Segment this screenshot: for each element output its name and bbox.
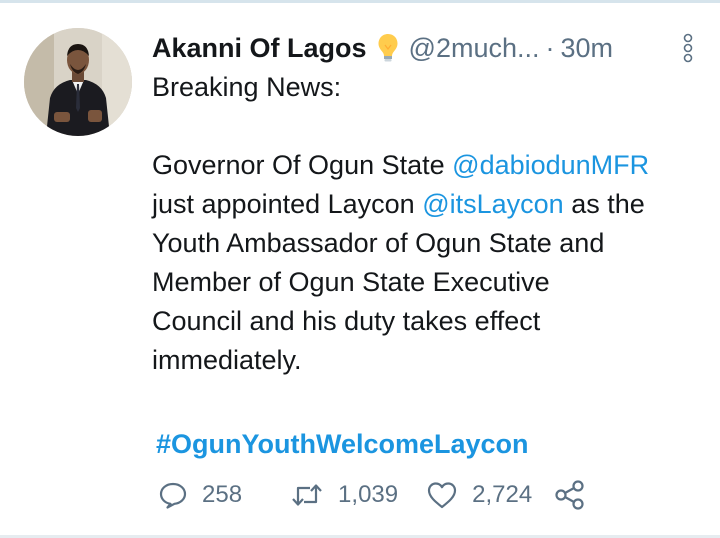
body-text-segment: as the bbox=[563, 189, 645, 219]
reply-icon bbox=[159, 482, 187, 509]
body-text-segment: just appointed Laycon bbox=[152, 189, 423, 219]
tweet-body: Breaking News: Governor Of Ogun State @d… bbox=[152, 68, 697, 380]
tweet-card[interactable]: Akanni Of Lagos @2much... · 30m Breaking… bbox=[0, 0, 720, 538]
body-text-segment: Member of Ogun State Executive bbox=[152, 267, 550, 297]
tweet-body-headline: Breaking News: bbox=[152, 72, 342, 102]
retweet-count: 1,039 bbox=[338, 481, 399, 508]
share-button[interactable] bbox=[554, 479, 586, 511]
avatar-photo bbox=[24, 28, 132, 136]
body-text-segment: Youth Ambassador of Ogun State and bbox=[152, 228, 605, 258]
author-display-name[interactable]: Akanni Of Lagos bbox=[152, 33, 367, 64]
avatar[interactable] bbox=[24, 28, 132, 136]
reply-count: 258 bbox=[202, 481, 243, 508]
hashtag-link[interactable]: #OgunYouthWelcomeLaycon bbox=[152, 425, 697, 464]
author-handle[interactable]: @2much... bbox=[409, 33, 540, 64]
reply-button[interactable]: 258 bbox=[158, 480, 242, 510]
body-text-segment: Governor Of Ogun State bbox=[152, 150, 453, 180]
tweet-actions: 258 1,039 2,724 bbox=[158, 475, 586, 515]
separator-dot: · bbox=[545, 32, 555, 63]
heart-icon bbox=[428, 482, 457, 509]
like-button[interactable]: 2,724 bbox=[426, 480, 532, 510]
more-options-icon[interactable] bbox=[681, 30, 695, 66]
tweet-timestamp[interactable]: 30m bbox=[560, 33, 613, 64]
body-text-segment: Council and his duty takes effect bbox=[152, 306, 541, 336]
lightbulb-icon bbox=[377, 33, 399, 63]
tweet-content: Akanni Of Lagos @2much... · 30m Breaking… bbox=[152, 28, 697, 464]
tweet-header: Akanni Of Lagos @2much... · 30m bbox=[152, 28, 697, 68]
top-divider bbox=[0, 0, 720, 3]
retweet-button[interactable]: 1,039 bbox=[290, 480, 398, 510]
like-count: 2,724 bbox=[472, 481, 533, 508]
body-text-segment: immediately. bbox=[152, 345, 302, 375]
tweet-body-paragraph: Governor Of Ogun State @dabiodunMFR just … bbox=[152, 146, 697, 380]
mention-link-itslaycon[interactable]: @itsLaycon bbox=[422, 189, 563, 219]
share-icon bbox=[555, 480, 584, 510]
mention-link-dabiodunmfr[interactable]: @dabiodunMFR bbox=[452, 150, 649, 180]
retweet-icon bbox=[292, 484, 322, 506]
